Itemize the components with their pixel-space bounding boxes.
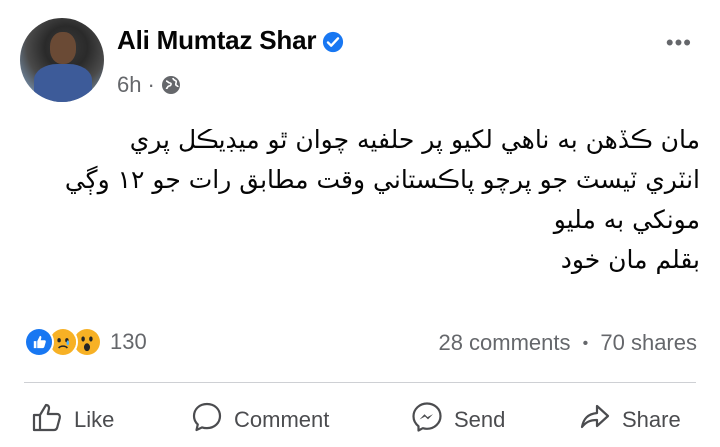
verified-badge-icon: [322, 29, 344, 53]
share-button[interactable]: Share: [578, 400, 681, 440]
post-text-line: مونکي به مليو: [553, 205, 700, 234]
send-button[interactable]: Send: [410, 400, 505, 440]
comment-button[interactable]: Comment: [190, 400, 329, 440]
post-header: Ali Mumtaz Shar 6h · •••: [20, 18, 700, 108]
comment-icon: [190, 400, 224, 440]
thumbs-up-icon: [30, 400, 64, 440]
author-name-text[interactable]: Ali Mumtaz Shar: [117, 25, 316, 55]
like-button[interactable]: Like: [30, 400, 114, 440]
more-options-icon[interactable]: •••: [666, 30, 692, 56]
post-text-line: بقلم مان خود: [560, 245, 700, 274]
author-name[interactable]: Ali Mumtaz Shar: [117, 25, 344, 56]
messenger-icon: [410, 400, 444, 440]
stats-separator: •: [582, 335, 589, 352]
shares-count[interactable]: 70 shares: [600, 330, 697, 355]
action-bar: Like Comment Send Share: [0, 392, 720, 447]
like-icon: [24, 327, 54, 357]
post-time[interactable]: 6h: [117, 72, 141, 98]
send-label: Send: [454, 407, 506, 432]
share-icon: [578, 400, 612, 440]
post-meta: 6h ·: [117, 72, 181, 98]
reaction-count[interactable]: 130: [110, 329, 147, 355]
divider: [24, 382, 696, 383]
share-label: Share: [622, 407, 681, 432]
comments-count[interactable]: 28 comments: [438, 330, 570, 355]
comment-label: Comment: [234, 407, 330, 432]
post-text: مان ڪڏهن به ناهي لکيو پر حلفيه چوان ٿو م…: [28, 120, 700, 280]
engagement-stats: 28 comments • 70 shares: [438, 330, 697, 356]
post-text-line: مان ڪڏهن به ناهي لکيو پر حلفيه چوان ٿو م…: [129, 125, 700, 154]
like-label: Like: [74, 407, 115, 432]
globe-icon[interactable]: [161, 75, 181, 95]
avatar[interactable]: [20, 18, 104, 102]
reactions-summary[interactable]: 130: [24, 327, 147, 357]
meta-dot: ·: [147, 72, 155, 97]
post-text-line: انٽري ٽيسٽ جو پرچو پاڪستاني وقت مطابق را…: [64, 165, 700, 194]
